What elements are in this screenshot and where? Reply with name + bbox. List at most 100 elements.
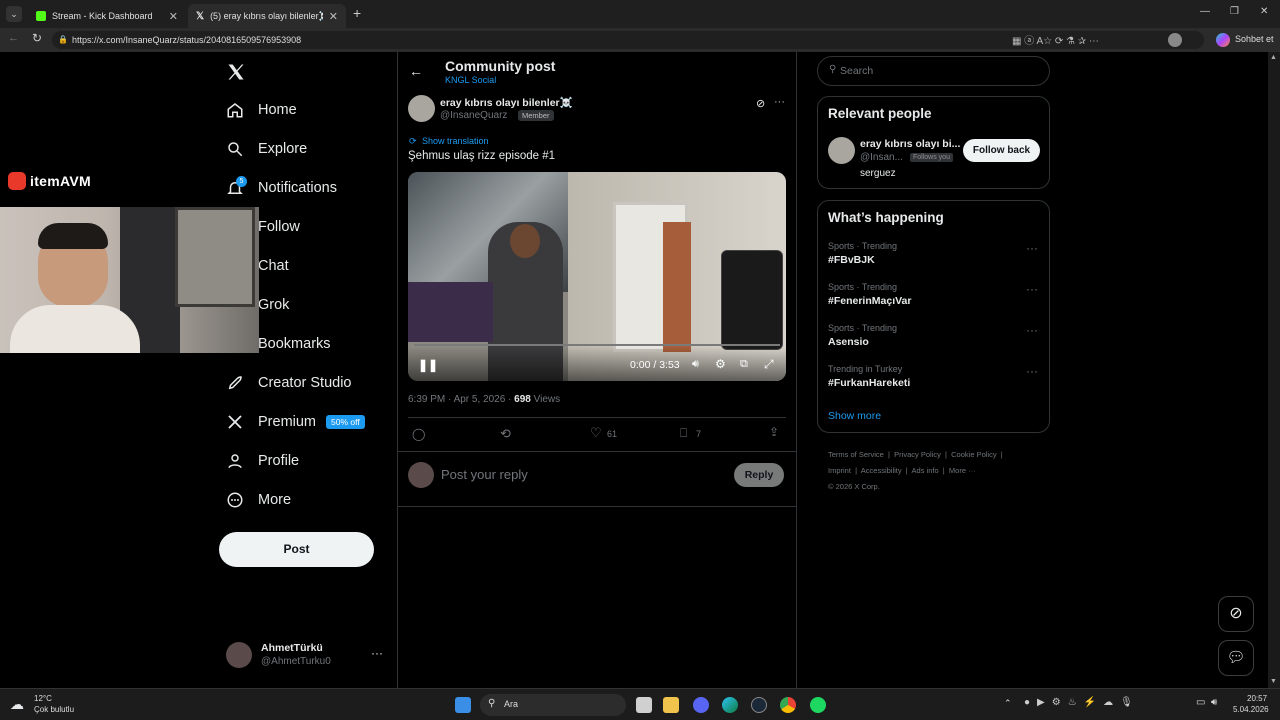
- footer-link[interactable]: More ···: [949, 466, 976, 475]
- trend-item[interactable]: Sports · Trending #FenerinMaçıVar ···: [828, 282, 1040, 307]
- clock-date[interactable]: 5.04.2026: [1233, 705, 1269, 714]
- video-progress-bar[interactable]: [414, 344, 780, 346]
- show-translation-link[interactable]: Show translation: [422, 136, 489, 146]
- volume-icon[interactable]: 🔊︎: [692, 358, 699, 371]
- more-dots-icon[interactable]: ···: [774, 96, 785, 108]
- footer-link[interactable]: Privacy Policy: [894, 450, 941, 459]
- account-name: AhmetTürkü: [261, 642, 323, 654]
- author-name[interactable]: eray kıbrıs olayı bilenler☠️: [440, 96, 573, 109]
- community-link[interactable]: KNGL Social: [445, 75, 496, 85]
- tab-actions-icon[interactable]: ⌄: [6, 6, 22, 22]
- tab-x-post[interactable]: 𝕏 (5) eray kıbrıs olayı bilenler☠️ on X …: [188, 4, 346, 28]
- fullscreen-icon[interactable]: ⤢: [764, 357, 774, 372]
- grok-floating-button[interactable]: ⊘: [1218, 596, 1254, 632]
- views-label: Views: [530, 394, 561, 405]
- show-more-link[interactable]: Show more: [828, 410, 881, 422]
- edge-icon[interactable]: [722, 697, 738, 713]
- sidebar-item-notifications[interactable]: 5 Notifications: [226, 176, 337, 197]
- scroll-down-icon[interactable]: ▼: [1270, 678, 1277, 685]
- steam-icon[interactable]: [751, 697, 767, 713]
- rocket-icon: [226, 374, 244, 392]
- sidebar-item-explore[interactable]: Explore: [226, 140, 307, 158]
- close-window-icon[interactable]: ✕: [1260, 6, 1268, 17]
- more-dots-icon[interactable]: ···: [1026, 323, 1038, 337]
- restore-icon[interactable]: ❐: [1230, 6, 1239, 17]
- windows-start-icon[interactable]: [455, 697, 471, 713]
- close-icon[interactable]: ✕: [169, 10, 178, 23]
- footer-link[interactable]: Ads info: [912, 466, 939, 475]
- close-icon[interactable]: ✕: [329, 10, 338, 23]
- footer-link[interactable]: Imprint: [828, 466, 851, 475]
- grok-icon[interactable]: ⊘: [756, 97, 765, 110]
- taskbar-search-label: Ara: [504, 699, 519, 709]
- post-timestamp: 6:39 PM · Apr 5, 2026 ·: [408, 394, 515, 405]
- share-icon[interactable]: ⇪: [769, 425, 779, 439]
- person-avatar[interactable]: [828, 137, 855, 164]
- footer-link[interactable]: Cookie Policy: [951, 450, 996, 459]
- x-logo-icon[interactable]: [226, 62, 246, 87]
- task-view-icon[interactable]: [636, 697, 652, 713]
- file-explorer-icon[interactable]: [663, 697, 679, 713]
- minimize-icon[interactable]: —: [1200, 6, 1210, 17]
- back-arrow-icon[interactable]: ←: [409, 63, 423, 79]
- pause-icon[interactable]: ❚❚: [418, 358, 438, 372]
- trend-tag: Asensio: [828, 336, 869, 348]
- copilot-icon[interactable]: [1216, 33, 1230, 47]
- discord-icon[interactable]: [693, 697, 709, 713]
- scroll-up-icon[interactable]: ▲: [1270, 54, 1277, 61]
- settings-gear-icon[interactable]: ⚙: [715, 357, 726, 371]
- sidebar-item-more[interactable]: More: [226, 491, 291, 509]
- sidebar-item-creator-studio[interactable]: Creator Studio: [226, 374, 352, 392]
- bookmark-icon[interactable]: ⎕: [680, 426, 687, 441]
- post-button[interactable]: Post: [219, 532, 374, 567]
- tab-kick-dashboard[interactable]: Stream - Kick Dashboard ✕: [28, 4, 186, 28]
- footer-link[interactable]: Accessibility: [861, 466, 902, 475]
- extensions-icon[interactable]: ▦ ⓐ A☆ ⟳ ⚗ ✰ ⋯: [1012, 32, 1099, 47]
- like-icon[interactable]: ♡: [590, 425, 602, 441]
- follow-back-button[interactable]: Follow back: [963, 139, 1040, 162]
- profile-avatar[interactable]: [1168, 33, 1182, 47]
- search-box[interactable]: ⚲ Search: [817, 56, 1050, 86]
- bell-icon: 5: [226, 176, 247, 197]
- browser-tab-bar: ⌄ Stream - Kick Dashboard ✕ 𝕏 (5) eray k…: [0, 0, 1280, 28]
- pip-icon[interactable]: ⧉: [740, 358, 748, 371]
- kick-favicon-icon: [36, 11, 46, 21]
- spotify-icon[interactable]: [810, 697, 826, 713]
- person-name[interactable]: eray kıbrıs olayı bi...: [860, 138, 960, 150]
- refresh-icon[interactable]: ↻: [32, 31, 42, 45]
- tray-chevron-icon[interactable]: ⌃: [1004, 698, 1012, 709]
- video-player[interactable]: ❚❚ 0:00 / 3:53 🔊︎ ⚙ ⧉ ⤢: [408, 172, 786, 381]
- more-dots-icon[interactable]: ···: [1026, 241, 1038, 255]
- scrollbar[interactable]: ▲ ▼: [1268, 52, 1280, 688]
- author-handle[interactable]: @InsaneQuarz: [440, 110, 507, 121]
- more-dots-icon[interactable]: ···: [1026, 282, 1038, 296]
- author-avatar[interactable]: [408, 95, 435, 122]
- trend-item[interactable]: Sports · Trending #FBvBJK ···: [828, 241, 1040, 266]
- messages-floating-button[interactable]: 💬︎: [1218, 640, 1254, 676]
- reply-input[interactable]: Post your reply: [441, 467, 528, 482]
- weather-icon[interactable]: ☁: [10, 696, 24, 713]
- more-dots-icon[interactable]: ···: [1026, 364, 1038, 378]
- more-dots-icon[interactable]: ···: [371, 646, 383, 660]
- clock-time[interactable]: 20:57: [1247, 694, 1267, 703]
- trend-item[interactable]: Sports · Trending Asensio ···: [828, 323, 1040, 348]
- back-icon[interactable]: ←: [8, 32, 19, 44]
- copilot-chat-button[interactable]: Sohbet et: [1235, 34, 1274, 44]
- tray-icons[interactable]: ●▶⚙♨⚡☁🎙︎: [1024, 697, 1140, 708]
- person-handle[interactable]: @Insan...: [860, 152, 903, 163]
- new-tab-icon[interactable]: +: [353, 5, 361, 21]
- reply-icon[interactable]: ◯: [412, 427, 425, 441]
- sidebar-item-premium[interactable]: Premium 50% off: [226, 413, 365, 431]
- account-switcher[interactable]: AhmetTürkü @AhmetTurku0 ···: [226, 640, 386, 670]
- repost-icon[interactable]: ⟲: [500, 426, 511, 442]
- taskbar-search[interactable]: ⚲ Ara: [480, 694, 626, 716]
- sidebar-item-home[interactable]: Home: [226, 101, 297, 119]
- network-icon[interactable]: ▭: [1196, 697, 1205, 708]
- sidebar-item-profile[interactable]: Profile: [226, 452, 299, 470]
- reply-button[interactable]: Reply: [734, 463, 784, 487]
- translate-icon: ⟳: [409, 136, 417, 146]
- trend-item[interactable]: Trending in Turkey #FurkanHareketi ···: [828, 364, 1040, 389]
- volume-icon[interactable]: 🔊︎: [1211, 697, 1217, 708]
- chrome-icon[interactable]: [780, 697, 796, 713]
- footer-link[interactable]: Terms of Service: [828, 450, 884, 459]
